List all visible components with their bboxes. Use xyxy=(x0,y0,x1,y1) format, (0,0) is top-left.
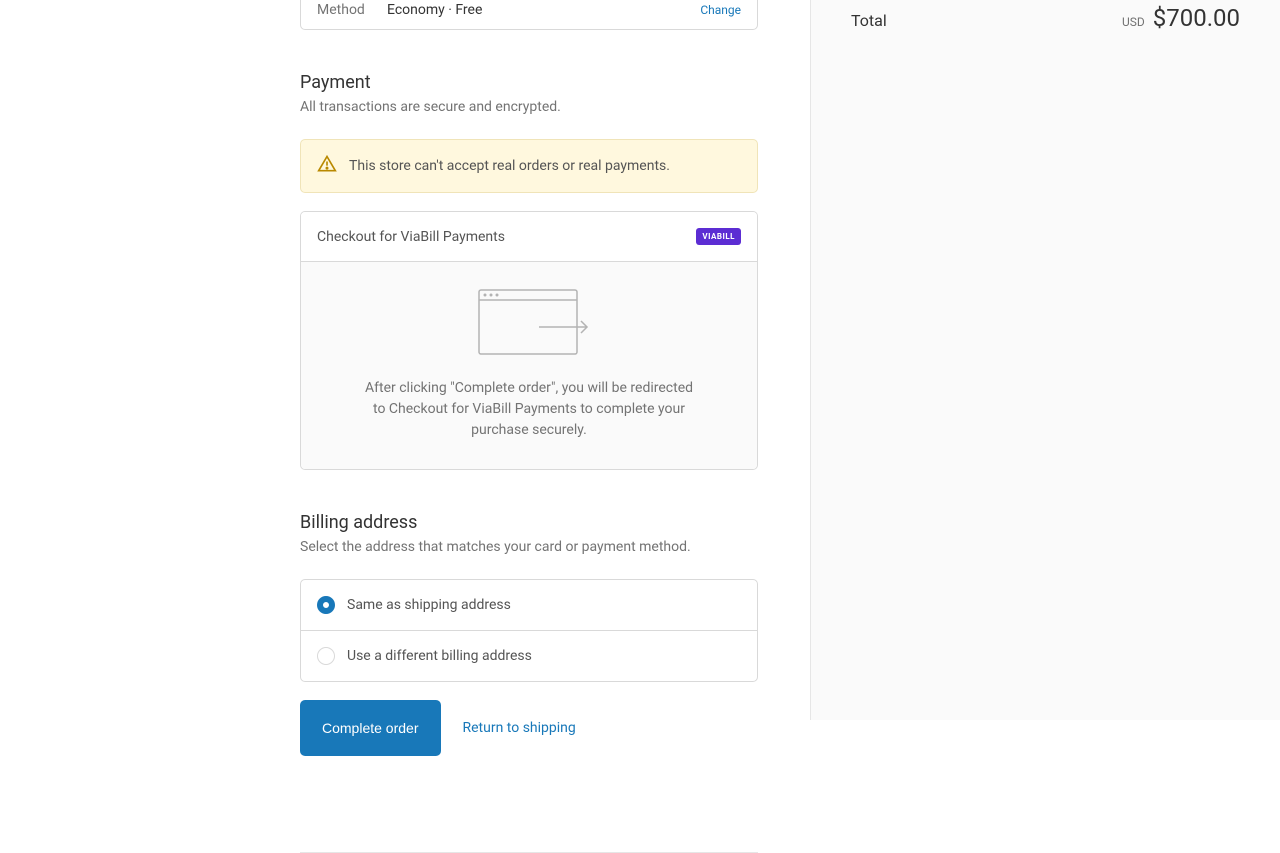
payment-method-box: Checkout for ViaBill Payments VIABILL A xyxy=(300,211,758,470)
actions-row: Complete order Return to shipping xyxy=(300,700,810,756)
payment-method-header[interactable]: Checkout for ViaBill Payments VIABILL xyxy=(301,212,757,262)
total-currency: USD xyxy=(1122,15,1145,29)
shipping-method-value: Economy · Free xyxy=(387,2,700,18)
warning-icon xyxy=(317,154,337,178)
radio-selected-icon xyxy=(317,596,335,614)
warning-text: This store can't accept real orders or r… xyxy=(349,158,670,174)
billing-same-label: Same as shipping address xyxy=(347,597,511,613)
billing-subtitle: Select the address that matches your car… xyxy=(300,539,810,555)
shipping-method-label: Method xyxy=(317,2,387,18)
shipping-method-box: Method Economy · Free Change xyxy=(300,0,758,30)
order-summary-sidebar: Total USD $700.00 xyxy=(811,0,1280,720)
billing-title: Billing address xyxy=(300,512,810,533)
total-amount: $700.00 xyxy=(1153,4,1240,32)
billing-different-label: Use a different billing address xyxy=(347,648,532,664)
payment-subtitle: All transactions are secure and encrypte… xyxy=(300,99,810,115)
viabill-badge: VIABILL xyxy=(696,228,741,245)
payment-title: Payment xyxy=(300,72,810,93)
billing-address-box: Same as shipping address Use a different… xyxy=(300,579,758,682)
shipping-method-row: Method Economy · Free Change xyxy=(317,2,741,18)
warning-banner: This store can't accept real orders or r… xyxy=(300,139,758,193)
total-row: Total USD $700.00 xyxy=(851,0,1240,32)
billing-same-option[interactable]: Same as shipping address xyxy=(301,580,757,630)
complete-order-button[interactable]: Complete order xyxy=(300,700,441,756)
change-shipping-link[interactable]: Change xyxy=(700,3,741,17)
billing-different-option[interactable]: Use a different billing address xyxy=(301,630,757,681)
total-label: Total xyxy=(851,11,887,30)
return-shipping-link[interactable]: Return to shipping xyxy=(457,720,582,736)
payment-method-title: Checkout for ViaBill Payments xyxy=(317,229,505,245)
redirect-illustration-icon xyxy=(469,286,589,358)
payment-redirect-desc: After clicking "Complete order", you wil… xyxy=(361,378,697,441)
radio-unselected-icon xyxy=(317,647,335,665)
payment-method-body: After clicking "Complete order", you wil… xyxy=(301,262,757,469)
